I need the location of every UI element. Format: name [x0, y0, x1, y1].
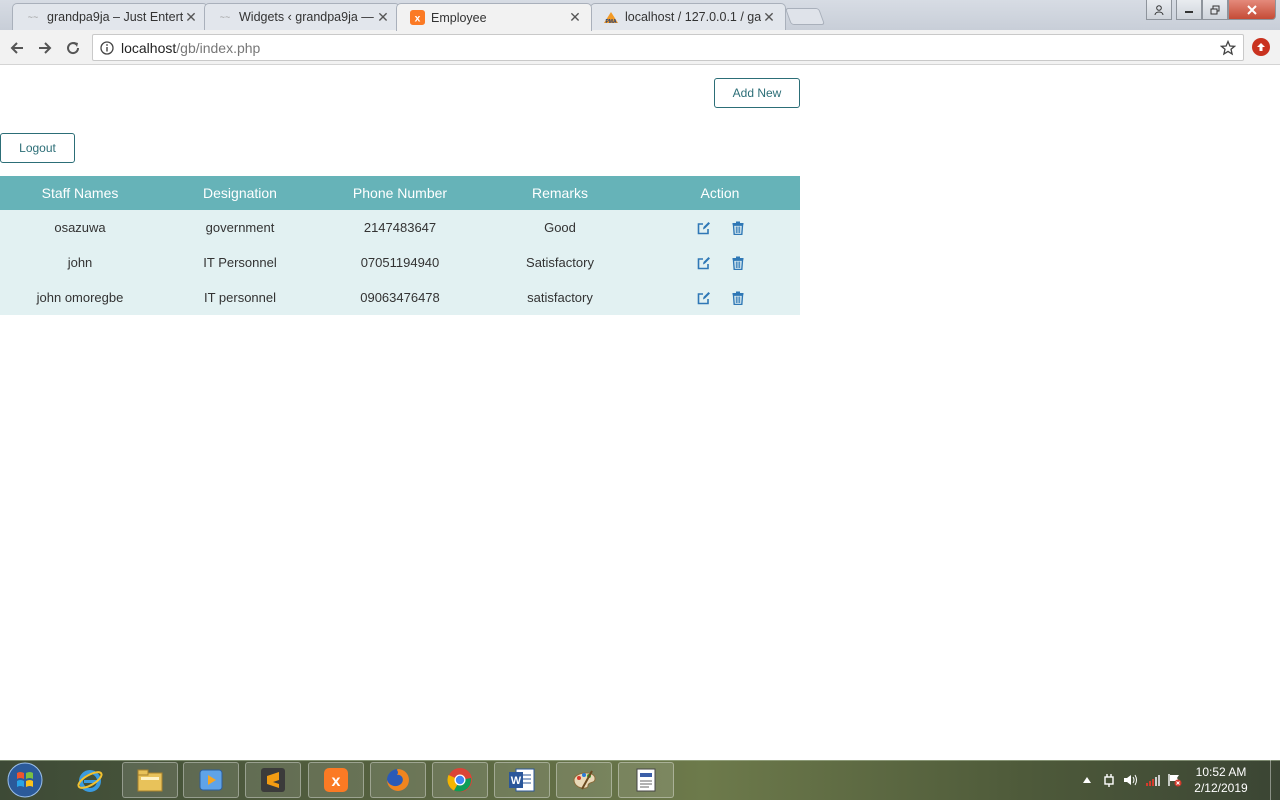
phone-number-cell: 09063476478	[320, 280, 480, 315]
action-cell	[640, 280, 800, 315]
xampp-icon[interactable]: x	[308, 762, 364, 798]
new-tab-button[interactable]	[784, 8, 826, 25]
remarks-cell: Satisfactory	[480, 245, 640, 280]
file-explorer-icon[interactable]	[122, 762, 178, 798]
designation-cell: government	[160, 210, 320, 245]
table-row: osazuwa government 2147483647 Good	[0, 210, 800, 245]
column-header-action: Action	[640, 176, 800, 210]
firefox-icon[interactable]	[370, 762, 426, 798]
edit-icon[interactable]	[697, 256, 711, 270]
url-host: localhost	[121, 39, 177, 56]
bookmark-star-icon[interactable]	[1213, 39, 1243, 56]
clock-date: 2/12/2019	[1194, 781, 1248, 795]
show-desktop-button[interactable]	[1270, 760, 1280, 800]
svg-text:PMA: PMA	[605, 19, 617, 24]
add-new-button[interactable]: Add New	[714, 78, 800, 108]
column-header-staff-names: Staff Names	[0, 176, 160, 210]
url-path: /gb/index.php	[176, 39, 261, 56]
profile-icon[interactable]	[1146, 0, 1172, 20]
restore-window-icon[interactable]	[1202, 0, 1228, 20]
page-content: Add New Logout Staff Names Designation P…	[0, 66, 1280, 760]
tab-employee[interactable]: x Employee ✕	[396, 3, 592, 31]
internet-explorer-icon[interactable]	[62, 762, 118, 798]
svg-text:x: x	[414, 13, 420, 24]
action-cell	[640, 210, 800, 245]
volume-icon[interactable]	[1120, 773, 1142, 787]
phone-number-cell: 07051194940	[320, 245, 480, 280]
tab-widgets[interactable]: ~~ Widgets ‹ grandpa9ja — ✕	[204, 3, 400, 30]
tab-title: localhost / 127.0.0.1 / ga	[625, 10, 761, 24]
sublime-text-icon[interactable]	[245, 762, 301, 798]
reload-icon[interactable]	[61, 36, 85, 60]
designation-cell: IT personnel	[160, 280, 320, 315]
tab-title: Widgets ‹ grandpa9ja —	[239, 10, 374, 24]
column-header-remarks: Remarks	[480, 176, 640, 210]
close-window-icon[interactable]	[1228, 0, 1276, 20]
table-row: john omoregbe IT personnel 09063476478 s…	[0, 280, 800, 315]
system-clock[interactable]: 10:52 AM 2/12/2019	[1186, 764, 1256, 796]
action-center-flag-icon[interactable]	[1164, 773, 1186, 787]
logout-button[interactable]: Logout	[0, 133, 75, 163]
svg-text:x: x	[332, 773, 341, 790]
table-row: john IT Personnel 07051194940 Satisfacto…	[0, 245, 800, 280]
network-signal-icon[interactable]	[1142, 773, 1164, 787]
staff-table: Staff Names Designation Phone Number Rem…	[0, 176, 800, 315]
minimize-window-icon[interactable]	[1176, 0, 1202, 20]
trash-icon[interactable]	[732, 221, 744, 236]
url-text[interactable]: localhost/gb/index.php	[121, 40, 1213, 56]
tab-phpmyadmin[interactable]: PMA localhost / 127.0.0.1 / ga ✕	[590, 3, 786, 30]
column-header-phone-number: Phone Number	[320, 176, 480, 210]
xampp-favicon-icon: x	[409, 10, 425, 26]
trash-icon[interactable]	[732, 256, 744, 271]
media-player-icon[interactable]	[183, 762, 239, 798]
column-header-designation: Designation	[160, 176, 320, 210]
edit-icon[interactable]	[697, 221, 711, 235]
edit-icon[interactable]	[697, 291, 711, 305]
word-icon[interactable]: W	[494, 762, 550, 798]
browser-toolbar: localhost/gb/index.php	[0, 30, 1280, 65]
site-favicon-icon: ~~	[219, 12, 231, 22]
phpmyadmin-favicon-icon: PMA	[603, 9, 619, 25]
designation-cell: IT Personnel	[160, 245, 320, 280]
close-tab-icon[interactable]: ✕	[183, 9, 199, 26]
notepad-document-icon[interactable]	[618, 762, 674, 798]
start-button-icon[interactable]	[4, 761, 46, 799]
table-header-row: Staff Names Designation Phone Number Rem…	[0, 176, 800, 210]
site-favicon-icon: ~~	[27, 12, 39, 22]
chrome-icon[interactable]	[432, 762, 488, 798]
staff-name-cell: john omoregbe	[0, 280, 160, 315]
close-tab-icon[interactable]: ✕	[567, 9, 583, 26]
clock-time: 10:52 AM	[1195, 765, 1247, 779]
tab-grandpa9ja[interactable]: ~~ grandpa9ja – Just Enterta ✕	[12, 3, 208, 30]
forward-arrow-icon[interactable]	[33, 36, 57, 60]
close-tab-icon[interactable]: ✕	[761, 9, 777, 26]
system-tray: 10:52 AM 2/12/2019	[1076, 760, 1280, 800]
action-cell	[640, 245, 800, 280]
paint-icon[interactable]	[556, 762, 612, 798]
trash-icon[interactable]	[732, 291, 744, 306]
address-bar[interactable]: localhost/gb/index.php	[92, 34, 1244, 61]
tab-title: grandpa9ja – Just Enterta	[47, 10, 183, 24]
windows-taskbar: x W 10:52 AM 2/12/2019	[0, 760, 1280, 800]
staff-name-cell: osazuwa	[0, 210, 160, 245]
browser-tab-strip: ~~ grandpa9ja – Just Enterta ✕ ~~ Widget…	[0, 0, 1280, 31]
back-arrow-icon[interactable]	[5, 36, 29, 60]
phone-number-cell: 2147483647	[320, 210, 480, 245]
tab-title: Employee	[431, 10, 487, 25]
remarks-cell: Good	[480, 210, 640, 245]
close-tab-icon[interactable]: ✕	[375, 9, 391, 26]
info-icon[interactable]	[93, 40, 121, 55]
remarks-cell: satisfactory	[480, 280, 640, 315]
update-icon[interactable]	[1252, 38, 1270, 56]
show-hidden-icons-icon[interactable]	[1076, 777, 1098, 783]
power-plug-icon[interactable]	[1098, 773, 1120, 787]
staff-name-cell: john	[0, 245, 160, 280]
svg-text:W: W	[511, 775, 522, 787]
